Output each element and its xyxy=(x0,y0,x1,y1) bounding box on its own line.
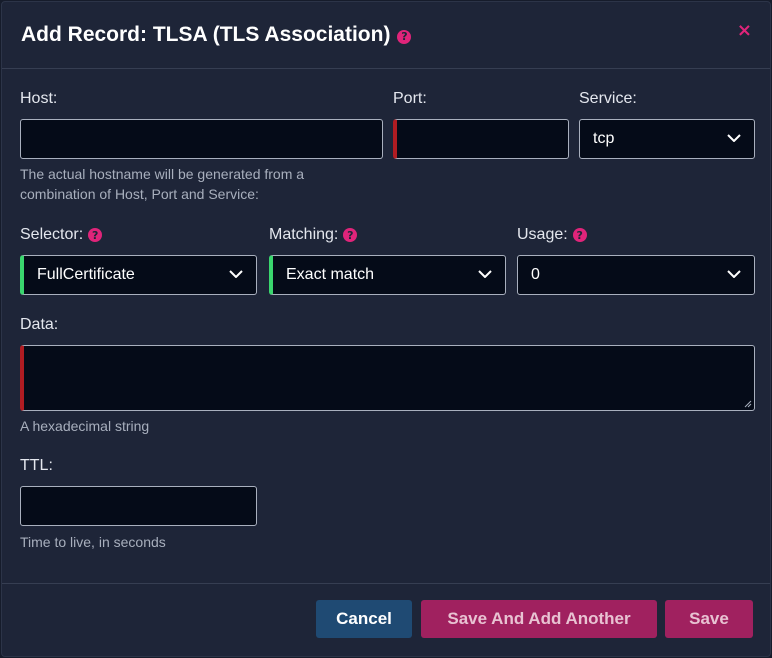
port-input[interactable] xyxy=(393,119,569,159)
data-label-text: Data: xyxy=(20,316,59,333)
selector-select-value: FullCertificate xyxy=(37,266,135,283)
close-icon[interactable]: × xyxy=(737,22,752,40)
ttl-label-text: TTL: xyxy=(20,457,53,474)
chevron-down-icon xyxy=(727,270,741,278)
data-help-text: A hexadecimal string xyxy=(20,418,150,434)
service-select[interactable]: tcp xyxy=(579,119,755,159)
chevron-down-icon xyxy=(478,270,492,278)
service-label: Service: xyxy=(579,90,637,108)
usage-label: Usage: ? xyxy=(517,226,587,244)
usage-select[interactable]: 0 xyxy=(517,255,755,295)
dialog-footer: Cancel Save And Add Another Save xyxy=(2,583,770,656)
port-label-text: Port: xyxy=(393,90,427,107)
service-select-value: tcp xyxy=(593,130,615,147)
matching-select-value: Exact match xyxy=(286,266,375,283)
service-label-text: Service: xyxy=(579,90,637,107)
chevron-down-icon xyxy=(727,134,741,142)
matching-label: Matching: ? xyxy=(269,226,358,244)
resize-grip-icon[interactable] xyxy=(744,400,752,408)
ttl-label: TTL: xyxy=(20,457,53,475)
host-label-text: Host: xyxy=(20,90,58,107)
usage-select-value: 0 xyxy=(531,266,540,283)
ttl-input[interactable] xyxy=(20,486,257,526)
host-help-text: The actual hostname will be generated fr… xyxy=(20,166,305,202)
selector-label-text: Selector: xyxy=(20,226,84,243)
selector-label: Selector: ? xyxy=(20,226,103,244)
ttl-help-text: Time to live, in seconds xyxy=(20,534,166,550)
data-label: Data: xyxy=(20,316,58,334)
matching-label-text: Matching: xyxy=(269,226,339,243)
port-label: Port: xyxy=(393,90,427,108)
host-label: Host: xyxy=(20,90,57,108)
help-icon[interactable]: ? xyxy=(88,228,103,242)
save-button[interactable]: Save xyxy=(665,600,753,638)
usage-label-text: Usage: xyxy=(517,226,568,243)
dialog-header: Add Record: TLSA (TLS Association) ? × xyxy=(2,2,770,69)
help-icon[interactable]: ? xyxy=(343,228,358,242)
help-icon[interactable]: ? xyxy=(397,29,412,44)
add-record-dialog: Add Record: TLSA (TLS Association) ? × H… xyxy=(1,1,771,657)
matching-select[interactable]: Exact match xyxy=(269,255,506,295)
dialog-title: Add Record: TLSA (TLS Association) ? xyxy=(21,23,412,47)
dialog-title-text: Add Record: TLSA (TLS Association) xyxy=(21,23,391,46)
save-and-add-another-button[interactable]: Save And Add Another xyxy=(421,600,657,638)
help-icon[interactable]: ? xyxy=(572,228,587,242)
chevron-down-icon xyxy=(229,270,243,278)
data-textarea[interactable] xyxy=(20,345,755,411)
selector-select[interactable]: FullCertificate xyxy=(20,255,257,295)
host-input[interactable] xyxy=(20,119,383,159)
cancel-button[interactable]: Cancel xyxy=(316,600,412,638)
